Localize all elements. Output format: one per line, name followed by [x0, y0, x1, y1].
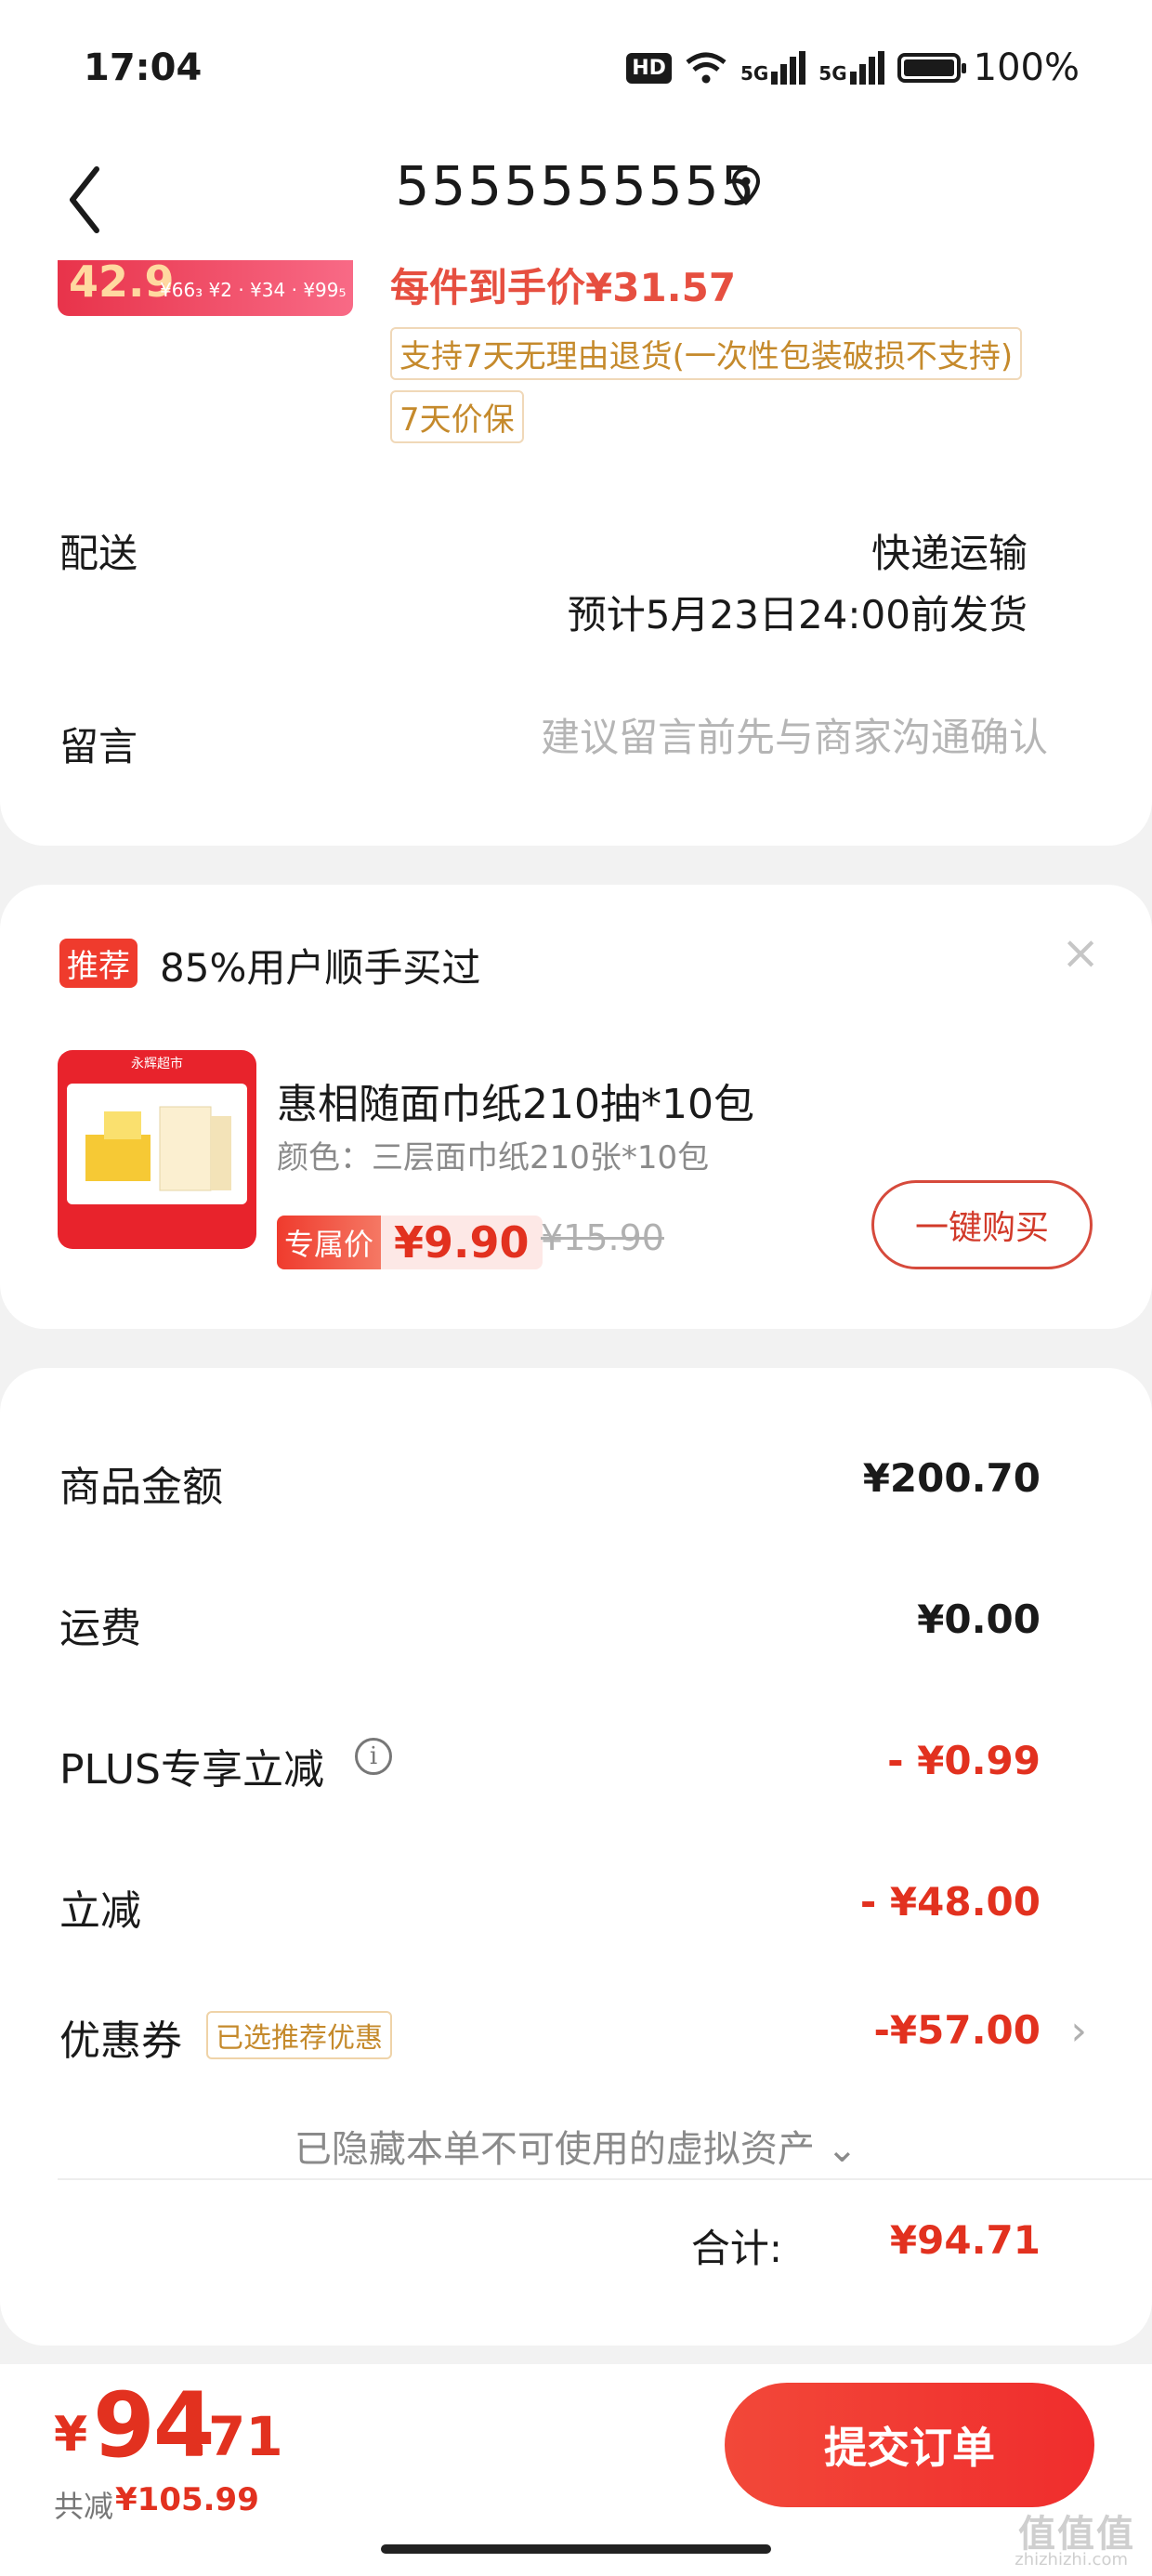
- shipping-value: ¥0.00: [917, 1597, 1041, 1642]
- signal-icon: 5G: [818, 51, 884, 85]
- battery-icon: [897, 53, 966, 83]
- goods-amount-label: 商品金额: [59, 1464, 223, 1511]
- coupon-label[interactable]: 优惠券: [59, 2007, 182, 2067]
- hidden-assets-toggle[interactable]: 已隐藏本单不可使用的虚拟资产 ⌄: [0, 2119, 1152, 2173]
- price-protect-tag: 7天价保: [390, 390, 524, 443]
- message-input[interactable]: [470, 714, 1050, 761]
- signal-label: 5G: [740, 62, 769, 85]
- tissue-image: [67, 1084, 247, 1204]
- original-price: ¥15.90: [541, 1217, 664, 1258]
- thumbnail-price: 42.9: [69, 260, 175, 307]
- recommend-badge: 推荐: [59, 939, 137, 988]
- recommended-product-spec: 颜色：三层面巾纸210张*10包: [277, 1139, 710, 1176]
- unit-price: 每件到手价¥31.57: [390, 265, 737, 310]
- exclusive-price-label: 专属价: [277, 1216, 382, 1269]
- instant-discount-label: 立减: [59, 1887, 141, 1935]
- exclusive-price: ¥9.90: [381, 1216, 543, 1269]
- home-indicator[interactable]: [381, 2544, 771, 2554]
- message-label: 留言: [59, 724, 138, 769]
- return-policy-tag: 支持7天无理由退货(一次性包装破损不支持): [390, 327, 1023, 380]
- chevron-right-icon[interactable]: ›: [1070, 2007, 1087, 2055]
- recommended-product-name[interactable]: 惠相随面巾纸210抽*10包: [277, 1071, 754, 1130]
- page-title: 5555555555: [395, 154, 757, 217]
- delivery-eta: 预计5月23日24:00前发货: [567, 592, 1028, 637]
- battery-percent: 100%: [973, 46, 1080, 89]
- total-label: 合计:: [690, 2226, 782, 2271]
- delivery-label: 配送: [59, 531, 138, 576]
- recommendation-card: 推荐 85%用户顺手买过 × 永辉超市 惠相随面巾纸210抽*10包 颜色：三层…: [0, 885, 1152, 1329]
- delivery-method[interactable]: 快递运输: [871, 522, 1028, 579]
- goods-amount-value: ¥200.70: [862, 1455, 1041, 1501]
- exclusive-price-bar: 专属价 ¥9.90: [277, 1216, 543, 1269]
- recommendation-title: 85%用户顺手买过: [160, 945, 481, 991]
- instant-discount-value: - ¥48.00: [859, 1879, 1041, 1925]
- page-header: 5555555555: [0, 130, 1152, 260]
- total-saved-label: 共减: [54, 2489, 114, 2524]
- status-time: 17:04: [84, 46, 203, 89]
- pay-amount-decimal: .71: [188, 2405, 283, 2468]
- tissue-box-graphic: [85, 1106, 231, 1191]
- plus-discount-value: - ¥0.99: [887, 1738, 1041, 1783]
- total-value: ¥94.71: [889, 2217, 1041, 2263]
- one-click-buy-button[interactable]: 一键购买: [871, 1180, 1093, 1269]
- divider: [58, 2178, 1152, 2180]
- watermark-url: zhizhizhi.com: [1015, 2550, 1128, 2569]
- info-icon[interactable]: i: [355, 1738, 392, 1775]
- wifi-icon: [686, 52, 727, 84]
- coupon-recommended-tag: 已选推荐优惠: [206, 2011, 392, 2059]
- currency-symbol: ¥: [54, 2407, 88, 2463]
- order-item-card: 42.9 ¥66₃ ¥2 · ¥34 · ¥99₅ 每件到手价¥31.57 支持…: [0, 260, 1152, 846]
- submit-order-button[interactable]: 提交订单: [725, 2383, 1094, 2507]
- signal-icon: 5G: [740, 51, 806, 85]
- battery-level: [903, 59, 954, 76]
- signal-label: 5G: [818, 62, 847, 85]
- brand-label: 永辉超市: [131, 1057, 183, 1071]
- shipping-label: 运费: [59, 1605, 141, 1652]
- location-pin-icon[interactable]: [729, 165, 763, 206]
- close-icon[interactable]: ×: [1061, 926, 1100, 979]
- price-summary-card: 商品金额 ¥200.70 运费 ¥0.00 PLUS专享立减 i - ¥0.99…: [0, 1368, 1152, 2346]
- total-saved-value: ¥105.99: [115, 2481, 259, 2518]
- plus-discount-label: PLUS专享立减: [59, 1746, 324, 1794]
- status-bar: 17:04 HD 5G 5G 100%: [0, 0, 1152, 130]
- product-thumbnail[interactable]: 42.9 ¥66₃ ¥2 · ¥34 · ¥99₅: [58, 260, 353, 316]
- hd-icon: HD: [626, 52, 672, 84]
- status-icons: HD 5G 5G 100%: [626, 46, 1080, 89]
- recommended-product-image[interactable]: 永辉超市: [58, 1050, 256, 1249]
- checkout-bar: ¥ 94 .71 共减 ¥105.99 提交订单 值值值 zhizhizhi.c…: [0, 2364, 1152, 2576]
- thumbnail-tiers: ¥66₃ ¥2 · ¥34 · ¥99₅: [160, 279, 347, 301]
- coupon-value[interactable]: -¥57.00: [873, 2007, 1041, 2053]
